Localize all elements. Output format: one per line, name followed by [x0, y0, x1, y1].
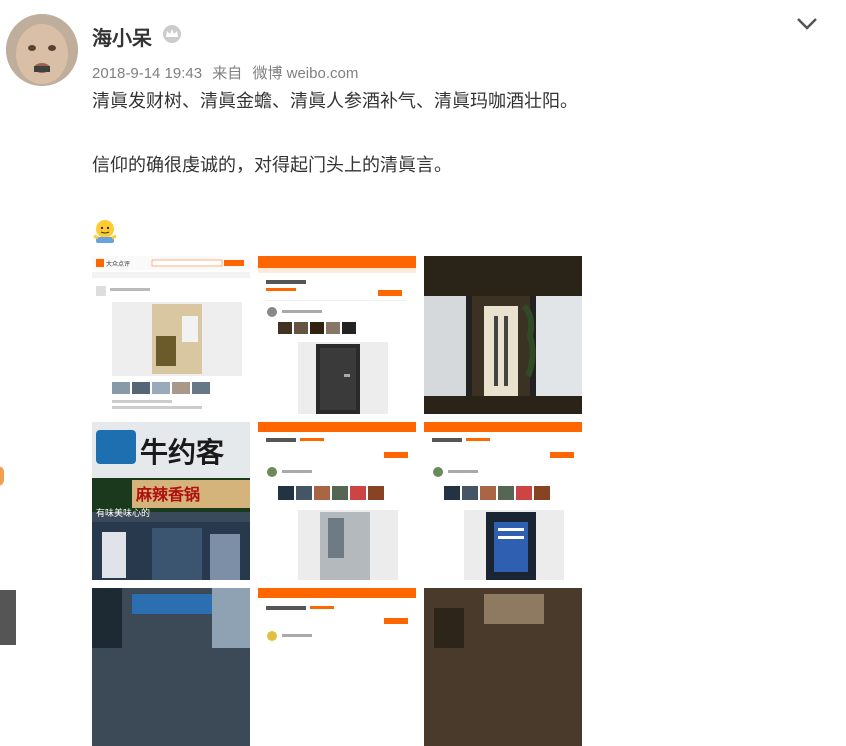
side-indicator — [0, 466, 4, 486]
crown-icon — [163, 25, 181, 43]
photo-thumbnail-3[interactable] — [424, 256, 582, 414]
photo-thumbnail-7[interactable] — [92, 588, 250, 746]
timestamp[interactable]: 2018-9-14 19:43 — [92, 65, 202, 82]
photo-thumbnail-8[interactable] — [258, 588, 416, 746]
shop-sign-top-text: 牛约客 — [140, 436, 225, 469]
post-meta: 2018-9-14 19:43 来自 微博 weibo.com — [92, 62, 364, 83]
shrug-emoji-icon — [93, 220, 117, 243]
shop-sign-bottom-text: 麻辣香锅 — [135, 485, 200, 504]
photo-thumbnail-4[interactable]: 牛约客 麻辣香锅 有味美味心的 — [92, 422, 250, 580]
chevron-down-icon[interactable] — [796, 16, 818, 32]
username[interactable]: 海小呆 — [92, 22, 152, 51]
shop-sign-small-text: 有味美味心的 — [96, 507, 150, 519]
source-prefix: 来自 — [212, 65, 243, 82]
post-text-line-2: 信仰的确很虔诚的，对得起门头上的清眞言。 — [92, 155, 452, 176]
dianping-logo-text: 大众点评 — [106, 260, 130, 268]
photo-thumbnail-2[interactable] — [258, 256, 416, 414]
avatar[interactable] — [6, 14, 78, 86]
photo-thumbnail-5[interactable] — [258, 422, 416, 580]
post-text-line-1: 清眞发财树、清眞金蟾、清眞人参酒补气、清眞玛咖酒壮阳。 — [92, 91, 578, 112]
photo-thumbnail-1[interactable]: 大众点评 — [92, 256, 250, 414]
side-widget[interactable] — [0, 590, 16, 645]
photo-thumbnail-9[interactable] — [424, 588, 582, 746]
source-app[interactable]: 微博 weibo.com — [252, 65, 358, 82]
photo-thumbnail-6[interactable] — [424, 422, 582, 580]
